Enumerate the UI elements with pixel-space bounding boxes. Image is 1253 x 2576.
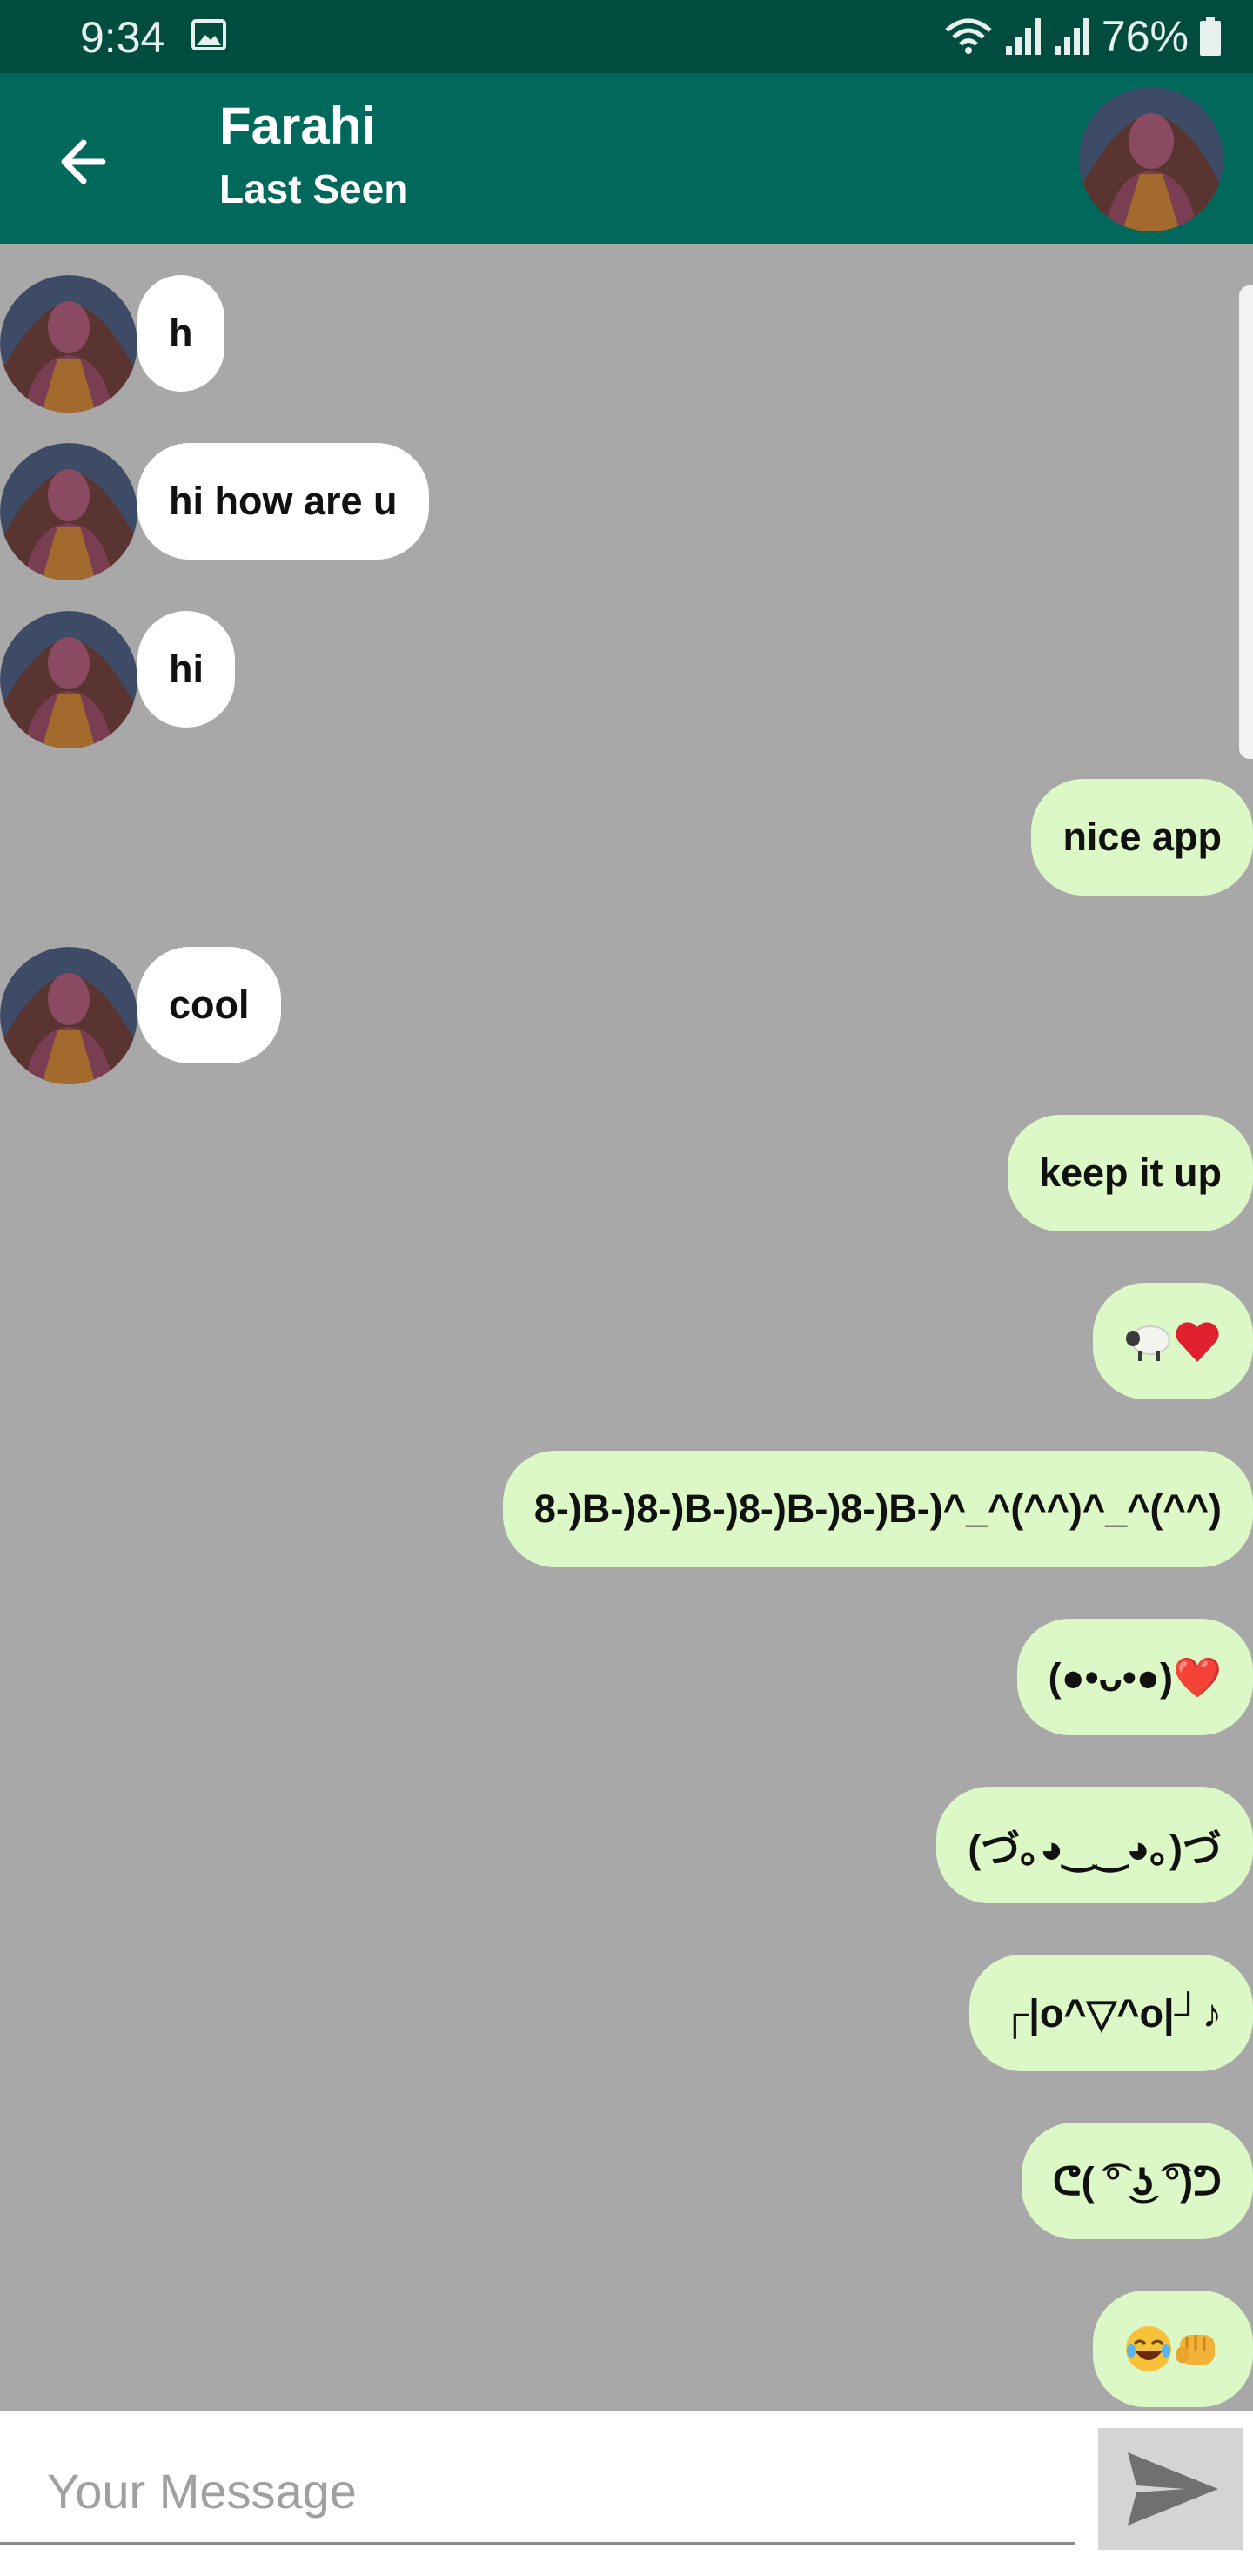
outgoing-message-bubble[interactable]: nice app [1031, 779, 1253, 896]
battery-percentage: 76% [1101, 12, 1189, 61]
outgoing-message-bubble[interactable]: (づ｡◕‿‿◕｡)づ [936, 1787, 1253, 1903]
outgoing-message-bubble[interactable]: (●•ᴗ•●)❤️ [1016, 1619, 1253, 1735]
message-row: nice app [0, 779, 1253, 901]
sender-avatar [0, 611, 137, 748]
message-row: ᕦ( ͡° ͜ʖ ͡°)ᕤ [0, 2123, 1253, 2244]
signal-icon-1 [1005, 18, 1041, 55]
laughing-emoji-icon [1126, 2326, 1171, 2371]
outgoing-emoji-message-bubble[interactable] [1093, 2291, 1253, 2407]
message-row [0, 1283, 1253, 1405]
message-row: hi how are u [0, 443, 1253, 580]
message-row: (づ｡◕‿‿◕｡)づ [0, 1787, 1253, 1909]
incoming-message-bubble[interactable]: hi how are u [137, 443, 429, 560]
message-row [0, 2291, 1253, 2412]
incoming-message-bubble[interactable]: h [137, 275, 224, 392]
contact-name: Farahi [219, 97, 377, 155]
send-icon [1128, 2452, 1218, 2526]
incoming-message-bubble[interactable]: cool [137, 947, 281, 1063]
heart-emoji-icon [1176, 1322, 1219, 1362]
sender-avatar [0, 275, 137, 413]
message-row: hi [0, 611, 1253, 748]
outgoing-message-bubble[interactable]: ┌|o^▽^o|┘♪ [969, 1955, 1253, 2071]
message-row: ┌|o^▽^o|┘♪ [0, 1955, 1253, 2076]
outgoing-emoji-message-bubble[interactable] [1093, 1283, 1253, 1399]
status-icons: 76% [943, 12, 1222, 61]
last-seen-status: Last Seen [219, 166, 409, 211]
gallery-notification-icon [191, 19, 226, 50]
message-row: cool [0, 947, 1253, 1084]
message-row: 8-)B-)8-)B-)8-)B-)8-)B-)^_^(^^)^_^(^^) [0, 1451, 1253, 1573]
app-bar: Farahi Last Seen [0, 73, 1253, 244]
message-row: keep it up [0, 1115, 1253, 1237]
incoming-message-bubble[interactable]: hi [137, 611, 235, 728]
message-row: h [0, 275, 1253, 413]
fist-emoji-icon [1176, 2335, 1215, 2365]
message-row: (●•ᴗ•●)❤️ [0, 1619, 1253, 1741]
back-arrow-icon[interactable] [47, 125, 120, 198]
send-button[interactable] [1098, 2428, 1243, 2550]
message-input[interactable] [0, 2440, 1075, 2545]
outgoing-message-bubble[interactable]: 8-)B-)8-)B-)8-)B-)8-)B-)^_^(^^)^_^(^^) [502, 1451, 1253, 1567]
outgoing-message-bubble[interactable]: ᕦ( ͡° ͜ʖ ͡°)ᕤ [1021, 2123, 1253, 2239]
wifi-icon [945, 18, 992, 54]
battery-icon [1200, 17, 1221, 56]
status-time: 9:34 [80, 13, 165, 62]
contact-avatar[interactable] [1079, 87, 1223, 231]
signal-icon-2 [1054, 18, 1089, 55]
message-composer [0, 2411, 1253, 2576]
outgoing-message-bubble[interactable]: keep it up [1007, 1115, 1253, 1231]
sender-avatar [0, 947, 137, 1084]
sender-avatar [0, 443, 137, 580]
status-bar: 9:34 76% [0, 0, 1253, 73]
sheep-emoji-icon [1126, 1325, 1170, 1361]
